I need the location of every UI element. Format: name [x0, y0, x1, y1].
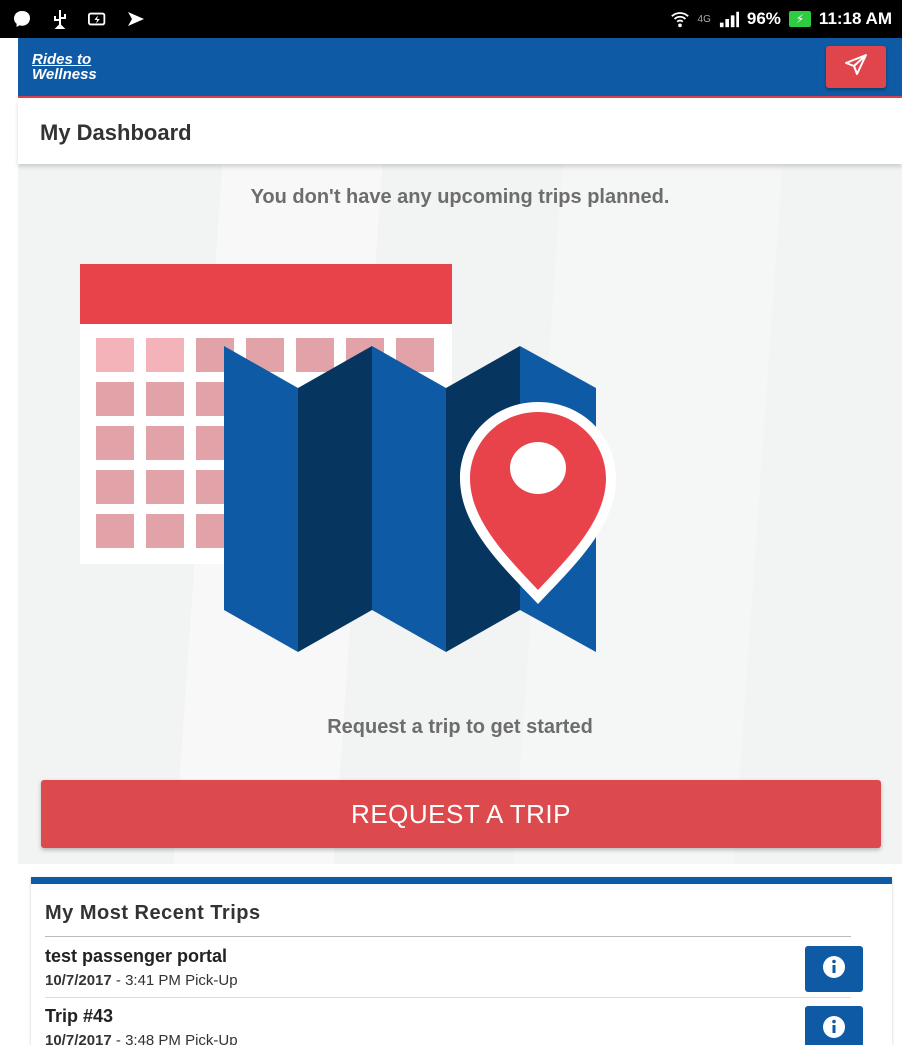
trip-time: - 3:48 PM Pick-Up	[111, 1032, 238, 1045]
wifi-icon	[670, 9, 690, 29]
info-icon	[822, 1015, 846, 1044]
page-title-bar: My Dashboard	[18, 100, 902, 164]
clock: 11:18 AM	[818, 9, 892, 28]
trip-name: Trip #43	[45, 1006, 114, 1026]
usb-icon	[50, 9, 70, 29]
charging-icon	[88, 9, 108, 29]
app-header: Rides to Wellness	[18, 38, 902, 98]
paper-plane-icon	[843, 52, 869, 83]
no-trips-message: You don't have any upcoming trips planne…	[250, 186, 670, 208]
battery-percent: 96%	[746, 9, 781, 28]
dashboard-panel: You don't have any upcoming trips planne…	[18, 164, 902, 864]
battery-icon: ⚡	[788, 11, 811, 27]
trip-row[interactable]: Trip #43 10/7/2017 - 3:48 PM Pick-Up	[45, 998, 871, 1045]
trip-row[interactable]: test passenger portal 10/7/2017 - 3:41 P…	[45, 938, 871, 994]
info-icon	[822, 955, 846, 984]
network-type: 4G	[697, 13, 711, 25]
trip-time: - 3:41 PM Pick-Up	[111, 972, 238, 989]
app-logo[interactable]: Rides to Wellness	[32, 52, 97, 82]
cast-icon	[126, 9, 146, 29]
recent-trips-card: My Most Recent Trips test passenger port…	[31, 877, 892, 1045]
signal-icon	[719, 9, 739, 29]
calendar-map-pin-illustration	[80, 264, 616, 652]
trip-date: 10/7/2017	[45, 972, 112, 989]
trip-name: test passenger portal	[45, 946, 228, 966]
get-started-message: Request a trip to get started	[327, 716, 593, 738]
trip-datetime: 10/7/2017 - 3:48 PM Pick-Up	[45, 1032, 238, 1045]
status-bar: 4G 96% ⚡ 11:18 AM	[0, 0, 902, 38]
trip-info-button[interactable]	[805, 946, 863, 992]
logo-line-2: Wellness	[32, 66, 97, 83]
request-trip-button[interactable]: REQUEST A TRIP	[41, 780, 881, 848]
logo-line-1: Rides to	[32, 51, 92, 68]
page-title: My Dashboard	[40, 120, 192, 145]
trip-info-button[interactable]	[805, 1006, 863, 1045]
divider	[45, 936, 851, 937]
trip-datetime: 10/7/2017 - 3:41 PM Pick-Up	[45, 972, 238, 989]
trip-date: 10/7/2017	[45, 1032, 112, 1045]
send-button[interactable]	[826, 46, 886, 88]
messenger-icon	[12, 9, 32, 29]
recent-trips-heading: My Most Recent Trips	[45, 902, 261, 924]
